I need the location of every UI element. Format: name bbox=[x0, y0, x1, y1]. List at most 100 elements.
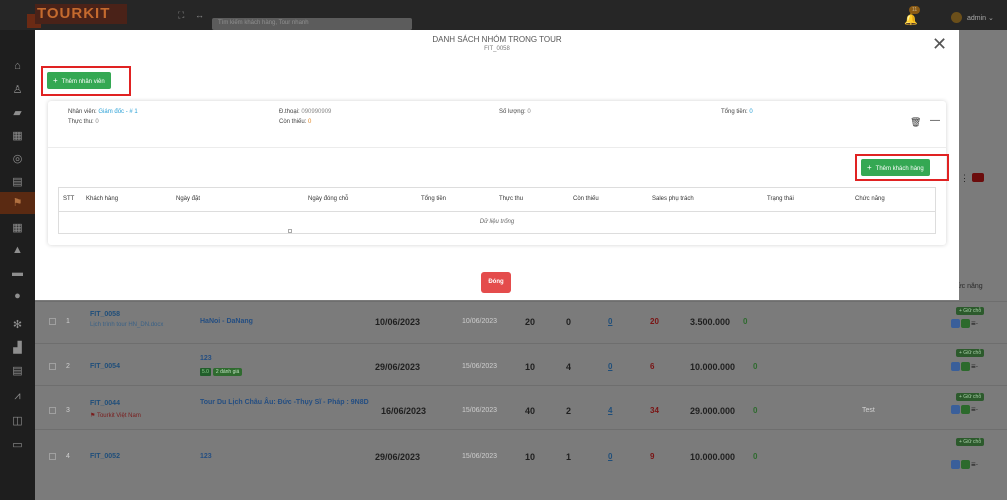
tour-code-link[interactable]: FIT_0044 bbox=[90, 400, 120, 407]
row-number: 4 bbox=[66, 453, 70, 460]
hold-seat-button[interactable]: + Giữ chỗ bbox=[956, 438, 985, 446]
add-customer-button[interactable]: + Thêm khách hàng bbox=[861, 159, 930, 176]
tour-code-link[interactable]: FIT_0058 bbox=[90, 311, 120, 318]
users-icon[interactable]: ♙ bbox=[0, 83, 35, 96]
count-c: 34 bbox=[650, 406, 659, 415]
close-button[interactable]: Đóng bbox=[481, 272, 511, 293]
globe-icon[interactable]: ◎ bbox=[0, 152, 35, 165]
table-row[interactable]: 1 FIT_0058 Lịch trình tour HN_DN.docx Ha… bbox=[35, 301, 1007, 341]
col-booking-date: Ngày đặt bbox=[176, 196, 201, 202]
tour-name-link[interactable]: 123 bbox=[200, 453, 212, 460]
inbox-icon[interactable]: ◫ bbox=[0, 414, 35, 427]
table-row[interactable]: 2 FIT_0054 123 5.0 2 đánh giá 29/06/2023… bbox=[35, 343, 1007, 383]
notification-badge: 11 bbox=[909, 6, 921, 14]
youtube-icon[interactable] bbox=[972, 173, 984, 182]
created-date: 10/06/2023 bbox=[462, 318, 498, 325]
count-a: 0 bbox=[566, 317, 572, 327]
remaining-label: Còn thiếu: bbox=[279, 119, 307, 125]
user-icon[interactable] bbox=[961, 362, 970, 372]
arrows-icon[interactable]: ↔ bbox=[195, 10, 204, 20]
qty: 20 bbox=[525, 317, 536, 327]
table-row[interactable]: 3 FIT_0044 ⚑ Tourkit Việt Nam Tour Du Lị… bbox=[35, 385, 1007, 425]
hold-seat-button[interactable]: + Giữ chỗ bbox=[956, 393, 985, 401]
calendar-icon[interactable]: ▦ bbox=[0, 129, 35, 142]
report-icon[interactable]: ▟ bbox=[0, 341, 35, 354]
info-icon[interactable] bbox=[951, 319, 960, 329]
info-icon[interactable] bbox=[951, 405, 960, 415]
qty-info: Số lượng: 0 bbox=[499, 109, 531, 115]
col-total: Tổng tiền bbox=[421, 196, 447, 202]
user-icon[interactable] bbox=[961, 319, 970, 329]
staff-value[interactable]: Giám đốc - # 1 bbox=[98, 109, 137, 115]
start-date: 29/06/2023 bbox=[375, 452, 421, 462]
chart-icon[interactable]: ⩘ bbox=[0, 390, 35, 403]
avatar[interactable] bbox=[951, 12, 962, 23]
close-icon[interactable]: ✕ bbox=[932, 35, 947, 53]
app-logo[interactable]: TOURKIT bbox=[35, 4, 127, 24]
tours-icon[interactable]: ⚑ bbox=[0, 192, 35, 214]
count-b[interactable]: 0 bbox=[608, 317, 612, 326]
tour-code-link[interactable]: FIT_0054 bbox=[90, 363, 120, 370]
card-icon[interactable]: ▬ bbox=[0, 267, 35, 279]
info-icon[interactable] bbox=[951, 460, 960, 470]
settings-icon[interactable]: ✻ bbox=[0, 318, 35, 331]
info-icon[interactable] bbox=[951, 362, 960, 372]
monitor-icon[interactable]: ▭ bbox=[0, 438, 35, 451]
header-divider bbox=[59, 211, 935, 212]
amount-zero: 0 bbox=[753, 362, 758, 371]
bell-icon[interactable]: 🔔 bbox=[904, 13, 918, 26]
paid-info: Thực thu: 0 bbox=[68, 119, 99, 125]
created-date: 15/06/2023 bbox=[462, 453, 498, 460]
resize-handle[interactable] bbox=[288, 229, 292, 233]
user-icon[interactable] bbox=[961, 460, 970, 470]
row-actions: ≡· bbox=[951, 362, 978, 372]
tour-name-link[interactable]: 123 bbox=[200, 355, 212, 362]
tour-name-link[interactable]: Tour Du Lịch Châu Âu: Đức -Thụy Sĩ - Phá… bbox=[200, 398, 380, 408]
user-menu[interactable]: admin ⌄ bbox=[967, 14, 994, 22]
expand-icon[interactable]: ⛶ bbox=[178, 10, 184, 21]
sidebar: ⌂ ♙ ▰ ▦ ◎ ▤ ⚑ ▦ ▲ ▬ ● ✻ ▟ ▤ ⩘ ◫ ▭ bbox=[0, 30, 35, 500]
created-date: 15/06/2023 bbox=[462, 363, 498, 370]
empty-state: Dữ liệu trống bbox=[479, 219, 515, 225]
group-list-modal: DANH SÁCH NHÓM TRONG TOUR FIT_0058 ✕ + Th… bbox=[35, 30, 959, 300]
amount: 29.000.000 bbox=[690, 406, 736, 416]
tour-name-link[interactable]: HaNoi - DaNang bbox=[200, 318, 253, 325]
user-icon[interactable] bbox=[961, 405, 970, 415]
more-icon[interactable]: ⋮ bbox=[960, 173, 969, 184]
calendar-alt-icon[interactable]: ▦ bbox=[0, 221, 35, 234]
row-number: 3 bbox=[66, 407, 70, 414]
count-a: 1 bbox=[566, 452, 572, 462]
customer-table: STT Khách hàng Ngày đặt Ngày đóng chỗ Tổ… bbox=[58, 187, 936, 234]
col-paid: Thực thu bbox=[499, 196, 524, 202]
row-checkbox[interactable] bbox=[49, 453, 56, 460]
col-remaining: Còn thiếu bbox=[573, 196, 599, 202]
start-date: 29/06/2023 bbox=[375, 362, 421, 372]
count-b[interactable]: 4 bbox=[608, 406, 612, 415]
tour-code-link[interactable]: FIT_0052 bbox=[90, 453, 120, 460]
amount: 3.500.000 bbox=[690, 317, 731, 327]
amount: 10.000.000 bbox=[690, 452, 736, 462]
home-icon[interactable]: ⌂ bbox=[0, 60, 35, 72]
row-actions: ≡· bbox=[951, 460, 978, 470]
count-b[interactable]: 0 bbox=[608, 452, 612, 461]
row-checkbox[interactable] bbox=[49, 363, 56, 370]
paid-value: 0 bbox=[95, 119, 99, 125]
table-row[interactable]: 4 FIT_0052 123 29/06/2023 15/06/2023 10 … bbox=[35, 429, 1007, 469]
row-checkbox[interactable] bbox=[49, 407, 56, 414]
circle-icon[interactable]: ● bbox=[0, 290, 35, 302]
start-date: 16/06/2023 bbox=[381, 406, 427, 416]
collapse-icon[interactable]: — bbox=[930, 115, 940, 126]
hold-seat-button[interactable]: + Giữ chỗ bbox=[956, 307, 985, 315]
file-icon[interactable]: ▤ bbox=[0, 364, 35, 377]
add-staff-button[interactable]: + Thêm nhân viên bbox=[47, 72, 111, 89]
row-checkbox[interactable] bbox=[49, 318, 56, 325]
global-search-input[interactable]: Tìm kiếm khách hàng, Tour nhanh bbox=[212, 18, 412, 30]
bus-icon[interactable]: ▰ bbox=[0, 106, 35, 119]
count-b[interactable]: 0 bbox=[608, 362, 612, 371]
company-name: Tourkit Việt Nam bbox=[96, 413, 141, 419]
lock-icon[interactable]: ▲ bbox=[0, 244, 35, 256]
document-icon[interactable]: ▤ bbox=[0, 175, 35, 188]
hold-seat-button[interactable]: + Giữ chỗ bbox=[956, 349, 985, 357]
trash-icon[interactable]: 🗑 bbox=[910, 117, 921, 128]
attachment-link[interactable]: Lịch trình tour HN_DN.docx bbox=[90, 322, 163, 328]
